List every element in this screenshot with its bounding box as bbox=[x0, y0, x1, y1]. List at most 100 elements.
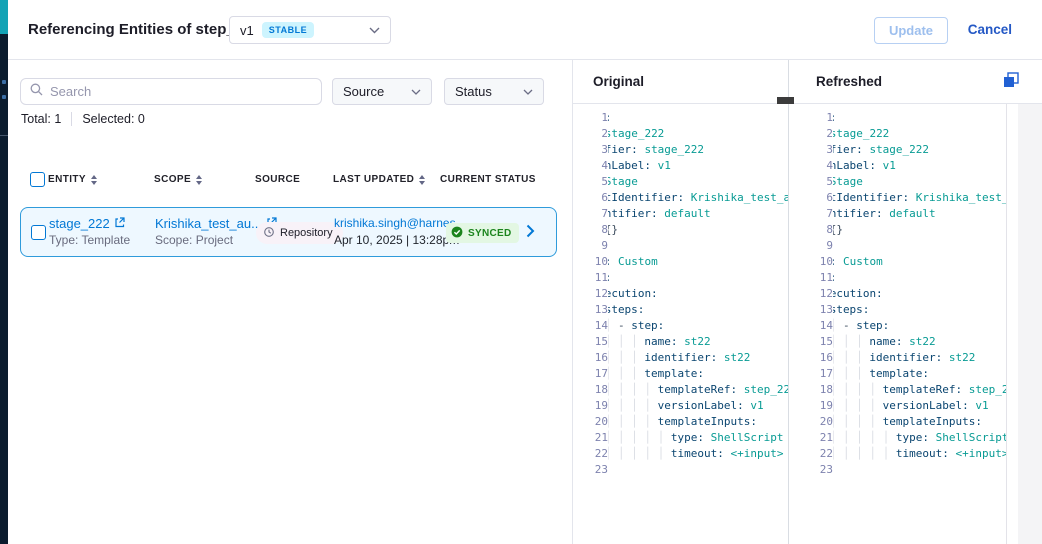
column-header-scope[interactable]: SCOPE bbox=[154, 174, 202, 185]
chevron-down-icon bbox=[369, 27, 380, 34]
code-line: 4 versionLabel: v1 bbox=[573, 158, 788, 174]
editor-scroll-gutter[interactable] bbox=[1018, 104, 1042, 544]
code-line: 3 identifier: stage_222 bbox=[789, 142, 1006, 158]
code-line: 18│ │ │ │ │ │ │ │ templateRef: step_222 bbox=[573, 382, 788, 398]
nav-divider bbox=[0, 135, 8, 136]
cancel-button[interactable]: Cancel bbox=[968, 22, 1012, 37]
code-line: 19│ │ │ │ │ │ │ │ versionLabel: v1 bbox=[789, 398, 1006, 414]
chevron-down-icon bbox=[411, 89, 421, 95]
nav-glyph bbox=[2, 80, 6, 84]
code-line: 2 name: stage_222 bbox=[789, 126, 1006, 142]
code-line: 21│ │ │ │ │ │ │ │ │ type: ShellScript bbox=[573, 430, 788, 446]
version-selector[interactable]: v1 STABLE bbox=[229, 16, 391, 44]
select-all-checkbox[interactable] bbox=[30, 172, 45, 187]
code-line: 10│ │ type: Custom bbox=[789, 254, 1006, 270]
result-counts: Total: 1 Selected: 0 bbox=[21, 112, 145, 126]
row-checkbox[interactable] bbox=[31, 225, 46, 240]
original-panel: Original 1template:2 name: stage_2223 id… bbox=[573, 60, 789, 544]
referencing-entities-modal: Referencing Entities of step_222 v1 STAB… bbox=[0, 0, 1042, 544]
nav-teal-accent bbox=[0, 0, 8, 34]
code-line: 17│ │ │ │ │ │ │ template: bbox=[789, 366, 1006, 382]
code-line: 14│ │ │ │ │ - step: bbox=[573, 318, 788, 334]
status-filter-label: Status bbox=[455, 84, 492, 99]
sort-icon[interactable] bbox=[196, 175, 202, 185]
original-title: Original bbox=[593, 74, 644, 89]
status-badge: SYNCED bbox=[446, 223, 519, 243]
total-count: Total: 1 bbox=[21, 112, 61, 126]
code-line: 11│ │ spec: bbox=[573, 270, 788, 286]
status-filter-dropdown[interactable]: Status bbox=[444, 78, 544, 105]
column-header-last-updated[interactable]: LAST UPDATED bbox=[333, 174, 425, 185]
code-line: 18│ │ │ │ │ │ │ │ templateRef: step_222 bbox=[789, 382, 1006, 398]
update-button[interactable]: Update bbox=[874, 17, 948, 44]
refreshed-title: Refreshed bbox=[816, 74, 882, 89]
refreshed-panel-header: Refreshed bbox=[789, 60, 1042, 104]
modal-surface: Referencing Entities of step_222 v1 STAB… bbox=[8, 0, 1042, 544]
code-line: 14│ │ │ │ │ - step: bbox=[789, 318, 1006, 334]
code-line: 12│ │ │ execution: bbox=[573, 286, 788, 302]
refreshed-panel: Refreshed 1template:2 name: stage_2223 i… bbox=[789, 60, 1042, 544]
check-circle-icon bbox=[451, 226, 463, 241]
search-input[interactable] bbox=[50, 84, 312, 99]
code-line: 1template: bbox=[573, 110, 788, 126]
code-line: 13│ │ │ │ steps: bbox=[789, 302, 1006, 318]
code-line: 9 spec: bbox=[573, 238, 788, 254]
code-line: 10│ │ type: Custom bbox=[573, 254, 788, 270]
entity-cell: stage_222 Type: Template bbox=[49, 215, 130, 249]
chevron-right-icon[interactable] bbox=[526, 224, 535, 243]
code-line: 16│ │ │ │ │ │ │ identifier: st22 bbox=[789, 350, 1006, 366]
source-badge: Repository bbox=[256, 222, 343, 244]
yaml-diff-pane: Original 1template:2 name: stage_2223 id… bbox=[573, 60, 1042, 544]
source-filter-dropdown[interactable]: Source bbox=[332, 78, 432, 105]
code-line: 13│ │ │ │ steps: bbox=[573, 302, 788, 318]
code-line: 9 spec: bbox=[789, 238, 1006, 254]
code-line: 4 versionLabel: v1 bbox=[789, 158, 1006, 174]
code-line: 8 tags: {} bbox=[573, 222, 788, 238]
code-line: 15│ │ │ │ │ │ │ name: st22 bbox=[789, 334, 1006, 350]
code-line: 19│ │ │ │ │ │ │ │ versionLabel: v1 bbox=[573, 398, 788, 414]
code-line: 5 type: Stage bbox=[789, 174, 1006, 190]
code-line: 6 projectIdentifier: Krishika_test_aut bbox=[789, 190, 1006, 206]
code-line: 1template: bbox=[789, 110, 1006, 126]
modal-header: Referencing Entities of step_222 v1 STAB… bbox=[8, 0, 1042, 60]
table-row[interactable]: stage_222 Type: Template Krishika_test_a… bbox=[20, 207, 557, 257]
referencing-entities-list-pane: Source Status Total: 1 Selected: 0 bbox=[8, 60, 573, 544]
scrollbar-thumb[interactable] bbox=[777, 97, 794, 104]
app-nav-sliver bbox=[0, 0, 8, 544]
column-header-source: SOURCE bbox=[255, 174, 300, 185]
copy-icon[interactable] bbox=[1002, 71, 1020, 89]
version-label: v1 bbox=[240, 23, 254, 38]
page-title: Referencing Entities of step_222 bbox=[28, 21, 260, 38]
code-line: 21│ │ │ │ │ │ │ │ │ type: ShellScript bbox=[789, 430, 1006, 446]
code-line: 22│ │ │ │ │ │ │ │ │ timeout: <+input> bbox=[573, 446, 788, 462]
nav-glyph bbox=[2, 95, 6, 99]
search-box[interactable] bbox=[20, 78, 322, 105]
original-code-editor[interactable]: 1template:2 name: stage_2223 identifier:… bbox=[573, 104, 788, 544]
code-line: 7 orgIdentifier: default bbox=[573, 206, 788, 222]
sort-icon[interactable] bbox=[91, 175, 97, 185]
code-line: 7 orgIdentifier: default bbox=[789, 206, 1006, 222]
code-line: 5 type: Stage bbox=[573, 174, 788, 190]
refreshed-code-editor[interactable]: 1template:2 name: stage_2223 identifier:… bbox=[789, 104, 1007, 544]
code-line: 20│ │ │ │ │ │ │ │ templateInputs: bbox=[573, 414, 788, 430]
sort-icon[interactable] bbox=[419, 175, 425, 185]
stable-badge: STABLE bbox=[262, 22, 314, 38]
code-line: 2 name: stage_222 bbox=[573, 126, 788, 142]
code-line: 23 bbox=[789, 462, 1006, 478]
repository-icon bbox=[263, 226, 275, 241]
chevron-down-icon bbox=[523, 89, 533, 95]
selected-count: Selected: 0 bbox=[82, 112, 145, 126]
code-line: 17│ │ │ │ │ │ │ template: bbox=[573, 366, 788, 382]
divider bbox=[71, 112, 72, 126]
column-header-entity[interactable]: ENTITY bbox=[48, 174, 97, 185]
entity-type: Type: Template bbox=[49, 232, 130, 249]
entity-link[interactable]: stage_222 bbox=[49, 215, 130, 232]
column-header-current-status: CURRENT STATUS bbox=[440, 174, 536, 185]
code-line: 6 projectIdentifier: Krishika_test_aut bbox=[573, 190, 788, 206]
code-line: 8 tags: {} bbox=[789, 222, 1006, 238]
code-line: 22│ │ │ │ │ │ │ │ │ timeout: <+input> bbox=[789, 446, 1006, 462]
code-line: 16│ │ │ │ │ │ │ identifier: st22 bbox=[573, 350, 788, 366]
table-header: ENTITY SCOPE SOURCE LAST UPDATED CURRENT… bbox=[8, 170, 572, 194]
external-link-icon bbox=[114, 215, 125, 232]
search-icon bbox=[30, 83, 43, 101]
